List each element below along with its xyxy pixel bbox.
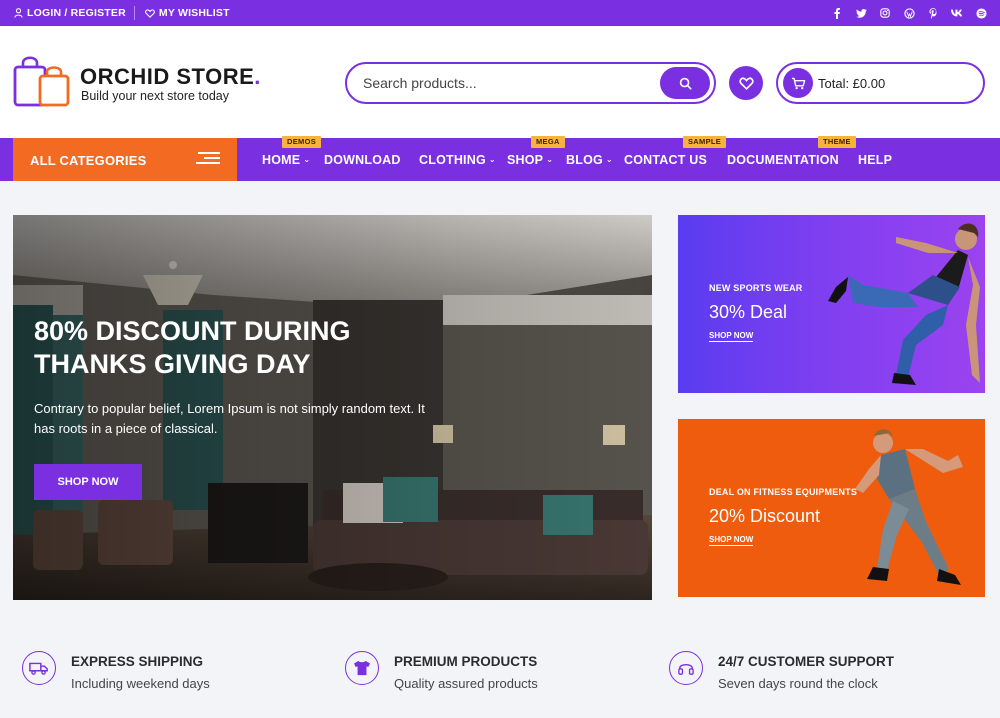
cart-icon [783,68,813,98]
hero-slider: 80% DISCOUNT DURING THANKS GIVING DAY Co… [13,215,652,600]
nav-item-download[interactable]: DOWNLOAD [324,138,401,181]
nav-item-shop[interactable]: MEGA SHOP ⌄ [507,136,565,181]
user-icon [14,8,23,18]
promo-headline: 20% Discount [709,506,821,526]
athlete-woman-image [828,223,980,385]
divider [133,6,135,20]
nav-item-label: HELP [858,152,893,167]
site-header: ORCHID STORE. Build your next store toda… [0,26,1000,138]
heart-icon [145,8,155,18]
login-register-link[interactable]: LOGIN / REGISTER [14,7,126,19]
chevron-down-icon: ⌄ [605,155,613,164]
wishlist-label: MY WISHLIST [158,7,230,19]
hamburger-icon [196,152,220,168]
hero-description: Contrary to popular belief, Lorem Ipsum … [34,401,425,436]
nav-item-label: DOCUMENTATION [727,152,839,167]
feature-subtitle: Quality assured products [394,676,538,691]
logo-dot: . [254,64,261,89]
promo-kicker: NEW SPORTS WEAR [709,283,803,293]
headset-icon [669,651,703,685]
nav-item-label: CLOTHING [419,152,486,167]
search-bar [345,62,716,104]
shopping-bags-logo-icon[interactable] [13,54,71,108]
nav-item-label: SHOP [507,152,544,167]
pinterest-icon[interactable] [926,6,940,20]
feature-title: EXPRESS SHIPPING [71,654,204,669]
promo-kicker: DEAL ON FITNESS EQUIPMENTS [709,487,858,497]
nav-item-label: CONTACT US [624,152,708,167]
login-register-label: LOGIN / REGISTER [27,7,126,19]
hero-title: 80% DISCOUNT DURING THANKS GIVING DAY [34,316,351,379]
chevron-down-icon: ⌄ [546,155,554,164]
social-links [830,0,988,26]
main-navigation: ALL CATEGORIES DEMOS HOME ⌄ DOWNLOAD CLOT… [0,136,1000,181]
promo-shop-now-link[interactable]: SHOP NOW [709,535,754,546]
search-icon [679,77,692,90]
all-categories-label: ALL CATEGORIES [30,153,147,168]
promo-banner-fitness-equipments[interactable]: DEAL ON FITNESS EQUIPMENTS 20% Discount … [678,419,985,597]
cart-total: Total: £0.00 [818,76,886,91]
heart-icon [738,76,754,90]
delivery-icon [22,651,56,685]
cart-button[interactable]: Total: £0.00 [776,62,985,104]
promo-banner-sports-wear[interactable]: NEW SPORTS WEAR 30% Deal SHOP NOW [678,215,985,393]
promo-shop-now-link[interactable]: SHOP NOW [709,331,754,342]
nav-badge-sample: SAMPLE [683,136,727,148]
chevron-down-icon: ⌄ [303,155,311,164]
feature-subtitle: Seven days round the clock [718,676,878,691]
nav-item-documentation[interactable]: THEME DOCUMENTATION [727,136,856,181]
nav-item-home[interactable]: DEMOS HOME ⌄ [262,136,322,181]
feature-subtitle: Including weekend days [71,676,210,691]
nav-item-blog[interactable]: BLOG ⌄ [566,138,613,181]
feature-title: 24/7 CUSTOMER SUPPORT [718,654,895,669]
top-bar-left: LOGIN / REGISTER MY WISHLIST [14,0,230,26]
nav-item-contact-us[interactable]: SAMPLE CONTACT US [624,136,727,181]
nav-item-help[interactable]: HELP [858,138,892,181]
nav-item-clothing[interactable]: CLOTHING ⌄ [419,138,496,181]
twitter-icon[interactable] [854,6,868,20]
athlete-man-image [855,429,963,585]
nav-item-label: BLOG [566,152,603,167]
wishlist-button[interactable] [729,66,763,100]
nav-item-label: DOWNLOAD [324,152,401,167]
instagram-icon[interactable] [878,6,892,20]
search-input[interactable] [363,73,643,93]
hero-shop-now-button[interactable]: SHOP NOW [34,464,142,500]
promo-headline: 30% Deal [709,302,788,322]
wordpress-icon[interactable] [902,6,916,20]
logo-tagline: Build your next store today [81,89,229,103]
nav-item-label: HOME [262,152,301,167]
vk-icon[interactable] [950,6,964,20]
feature-title: PREMIUM PRODUCTS [394,654,538,669]
tshirt-icon [345,651,379,685]
nav-badge-theme: THEME [818,136,856,148]
logo-title[interactable]: ORCHID STORE. [80,64,261,90]
spotify-icon[interactable] [974,6,988,20]
search-button[interactable] [660,67,710,99]
nav-badge-mega: MEGA [531,136,565,148]
chevron-down-icon: ⌄ [488,155,496,164]
logo-title-text: ORCHID STORE [80,64,255,89]
top-bar: LOGIN / REGISTER MY WISHLIST [0,0,1000,26]
all-categories-button[interactable]: ALL CATEGORIES [13,138,237,181]
wishlist-link[interactable]: MY WISHLIST [145,7,230,19]
nav-badge-demos: DEMOS [282,136,322,148]
facebook-icon[interactable] [830,6,844,20]
